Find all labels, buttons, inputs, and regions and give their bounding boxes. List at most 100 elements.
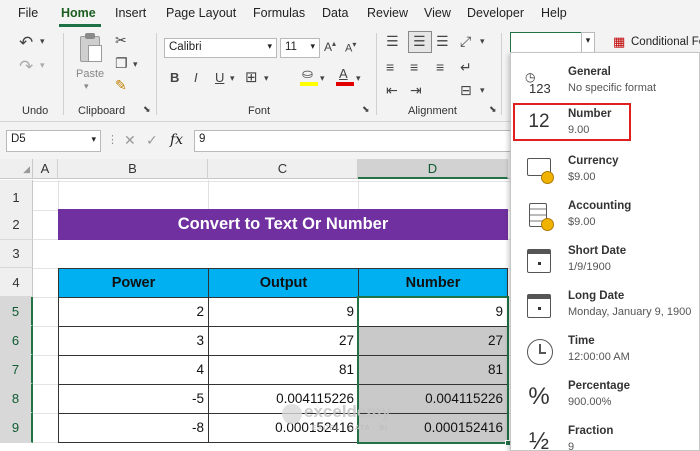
column-header-d[interactable]: D xyxy=(358,159,508,179)
undo-dropdown-icon[interactable]: ▾ xyxy=(40,36,45,47)
tab-help[interactable]: Help xyxy=(541,6,567,20)
format-option-fraction[interactable]: ½ Fraction 9 xyxy=(511,418,699,451)
italic-icon[interactable]: I xyxy=(194,70,198,85)
column-header-a[interactable]: A xyxy=(33,159,58,179)
table-cell-power[interactable]: -8 xyxy=(58,413,209,443)
font-color-icon[interactable]: A xyxy=(336,65,354,87)
table-header-power[interactable]: Power xyxy=(58,268,209,298)
name-box[interactable]: D5 ▾ xyxy=(6,130,101,152)
merge-dropdown-icon[interactable]: ▾ xyxy=(480,85,485,96)
orientation-dropdown-icon[interactable]: ▾ xyxy=(480,36,485,47)
conditional-formatting-button[interactable]: Conditional Fo xyxy=(631,36,700,48)
format-option-accounting[interactable]: Accounting $9.00 xyxy=(511,193,699,238)
copy-icon[interactable]: ❐ xyxy=(115,55,128,72)
sheet-title[interactable]: Convert to Text Or Number xyxy=(58,209,508,240)
merge-center-icon[interactable]: ⊟ xyxy=(460,82,472,99)
decrease-font-size-icon[interactable]: A▾ xyxy=(345,40,356,55)
row-header-8[interactable]: 8 xyxy=(0,384,33,413)
number-format-chevron-icon[interactable]: ▾ xyxy=(581,32,595,53)
format-option-percentage[interactable]: % Percentage 900.00% xyxy=(511,373,699,418)
tab-file[interactable]: File xyxy=(18,6,38,20)
font-color-dropdown-icon[interactable]: ▾ xyxy=(356,73,361,84)
conditional-formatting-icon[interactable]: ▦ xyxy=(613,34,625,50)
paste-dropdown-icon[interactable]: ▾ xyxy=(84,81,89,92)
cut-icon[interactable]: ✂ xyxy=(115,32,127,49)
table-cell-output[interactable]: 9 xyxy=(208,297,359,327)
format-option-number[interactable]: 12 Number 9.00 xyxy=(511,103,699,148)
format-option-long-date[interactable]: Long Date Monday, January 9, 1900 xyxy=(511,283,699,328)
align-bottom-icon[interactable]: ☰ xyxy=(436,33,449,50)
table-cell-output[interactable]: 81 xyxy=(208,355,359,385)
borders-dropdown-icon[interactable]: ▾ xyxy=(264,73,269,84)
row-header-5[interactable]: 5 xyxy=(0,297,33,326)
fill-color-icon[interactable]: ⛀ xyxy=(300,65,318,87)
tab-home[interactable]: Home xyxy=(61,6,96,20)
formula-input[interactable]: 9 xyxy=(194,130,510,152)
font-size-dropdown[interactable]: 11 ▾ xyxy=(280,38,320,58)
tab-insert[interactable]: Insert xyxy=(115,6,146,20)
enter-icon[interactable]: ✓ xyxy=(146,132,158,149)
select-all-corner[interactable]: ◢ xyxy=(0,159,33,179)
fill-color-dropdown-icon[interactable]: ▾ xyxy=(320,73,325,84)
tab-developer[interactable]: Developer xyxy=(467,6,524,20)
align-top-icon[interactable]: ☰ xyxy=(386,33,399,50)
number-format-dropdown[interactable] xyxy=(510,32,582,53)
copy-dropdown-icon[interactable]: ▾ xyxy=(133,59,138,70)
row-header-2[interactable]: 2 xyxy=(0,210,33,240)
table-cell-output[interactable]: 27 xyxy=(208,326,359,356)
row-header-4[interactable]: 4 xyxy=(0,268,33,297)
bold-icon[interactable]: B xyxy=(170,70,179,85)
table-cell-number[interactable]: 81 xyxy=(358,355,508,385)
borders-icon[interactable]: ⊞ xyxy=(245,68,258,86)
column-header-c[interactable]: C xyxy=(208,159,358,179)
font-launcher-icon[interactable]: ⬊ xyxy=(362,104,370,115)
format-option-sample: 9 xyxy=(568,441,575,451)
redo-icon[interactable]: ↷ xyxy=(19,57,33,77)
font-name-dropdown[interactable]: Calibri ▾ xyxy=(164,38,277,58)
orientation-icon[interactable]: ⤢ xyxy=(460,33,471,50)
row-header-7[interactable]: 7 xyxy=(0,355,33,384)
table-cell-power[interactable]: 3 xyxy=(58,326,209,356)
redo-dropdown-icon[interactable]: ▾ xyxy=(40,60,45,71)
row-header-9[interactable]: 9 xyxy=(0,413,33,443)
increase-indent-icon[interactable]: ⇥ xyxy=(410,82,422,99)
format-option-general[interactable]: ◷ 123 General No specific format xyxy=(511,59,699,104)
table-header-output[interactable]: Output xyxy=(208,268,359,298)
paste-button[interactable]: Paste xyxy=(76,68,104,80)
tab-page-layout[interactable]: Page Layout xyxy=(166,6,236,20)
underline-dropdown-icon[interactable]: ▾ xyxy=(230,73,235,84)
increase-font-size-icon[interactable]: A▴ xyxy=(324,39,336,54)
format-option-short-date[interactable]: Short Date 1/9/1900 xyxy=(511,238,699,283)
table-cell-power[interactable]: 2 xyxy=(58,297,209,327)
table-cell-number[interactable]: 27 xyxy=(358,326,508,356)
table-cell-power[interactable]: 4 xyxy=(58,355,209,385)
align-left-icon[interactable]: ≡ xyxy=(386,59,394,75)
tab-data[interactable]: Data xyxy=(322,6,348,20)
table-cell-power[interactable]: -5 xyxy=(58,384,209,414)
row-header-6[interactable]: 6 xyxy=(0,326,33,355)
alignment-launcher-icon[interactable]: ⬊ xyxy=(489,104,497,115)
align-center-icon[interactable]: ≡ xyxy=(410,59,418,75)
format-option-currency[interactable]: Currency $9.00 xyxy=(511,148,699,193)
decrease-indent-icon[interactable]: ⇤ xyxy=(386,82,398,99)
insert-function-icon[interactable]: fx xyxy=(170,132,183,148)
column-header-b[interactable]: B xyxy=(58,159,208,179)
table-header-number[interactable]: Number xyxy=(358,268,508,298)
tab-formulas[interactable]: Formulas xyxy=(253,6,305,20)
general-123-icon: ◷ 123 xyxy=(525,70,551,96)
align-right-icon[interactable]: ≡ xyxy=(436,59,444,75)
cancel-icon[interactable]: ✕ xyxy=(124,132,136,149)
wrap-text-icon[interactable]: ↵ xyxy=(460,59,472,76)
tab-review[interactable]: Review xyxy=(367,6,408,20)
grid-line xyxy=(208,180,209,209)
format-option-time[interactable]: Time 12:00:00 AM xyxy=(511,328,699,373)
tab-view[interactable]: View xyxy=(424,6,451,20)
paste-icon[interactable] xyxy=(77,33,103,63)
clipboard-launcher-icon[interactable]: ⬊ xyxy=(143,104,151,115)
underline-icon[interactable]: U xyxy=(215,70,224,85)
table-cell-number[interactable]: 9 xyxy=(358,297,508,327)
format-painter-icon[interactable]: ✎ xyxy=(115,77,127,94)
align-middle-icon[interactable]: ☰ xyxy=(408,31,432,53)
row-header-3[interactable]: 3 xyxy=(0,240,33,268)
undo-icon[interactable]: ↶ xyxy=(19,33,33,53)
